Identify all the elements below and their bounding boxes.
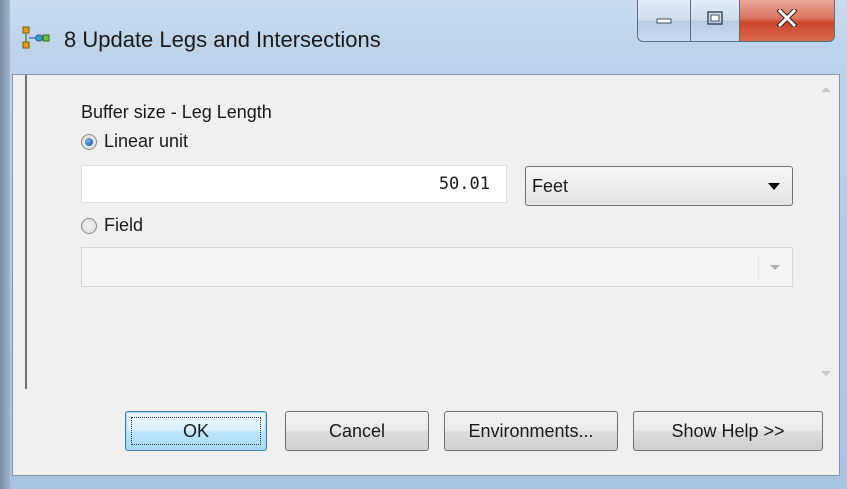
caption-buttons — [637, 0, 835, 44]
unit-dropdown-value: Feet — [532, 176, 569, 196]
focus-rectangle — [131, 417, 261, 445]
parameters-panel: Buffer size - Leg Length Linear unit 50.… — [25, 75, 839, 389]
dialog-client-area: Buffer size - Leg Length Linear unit 50.… — [12, 74, 840, 476]
field-label: Field — [104, 215, 144, 235]
maximize-button[interactable] — [690, 0, 740, 42]
environments-button-label: Environments... — [468, 420, 594, 441]
cancel-button-label: Cancel — [328, 420, 386, 441]
unit-dropdown[interactable]: Feet — [525, 166, 793, 206]
linear-unit-value-input[interactable]: 50.01 — [81, 165, 507, 203]
buffer-size-label: Buffer size - Leg Length — [81, 102, 272, 122]
minimize-icon — [655, 12, 673, 30]
minimize-button[interactable] — [637, 0, 691, 42]
field-radio[interactable] — [81, 217, 97, 234]
dialog-window: 8 Update Legs and Intersections Buffer s… — [0, 0, 847, 489]
chevron-down-icon — [768, 183, 780, 190]
window-title: 8 Update Legs and Intersections — [64, 27, 381, 52]
cancel-button[interactable]: Cancel — [285, 411, 429, 451]
show-help-button[interactable]: Show Help >> — [633, 411, 823, 451]
field-dropdown[interactable] — [81, 247, 793, 287]
scroll-down-icon[interactable] — [821, 371, 831, 376]
vertical-scrollbar[interactable] — [813, 75, 839, 389]
linear-unit-label: Linear unit — [104, 131, 189, 151]
show-help-button-label: Show Help >> — [671, 420, 785, 441]
field-option[interactable]: Field — [81, 215, 143, 236]
scroll-up-icon[interactable] — [821, 87, 831, 92]
environments-button[interactable]: Environments... — [444, 411, 618, 451]
maximize-icon — [706, 10, 724, 31]
title-bar[interactable]: 8 Update Legs and Intersections — [0, 0, 847, 74]
linear-unit-radio[interactable] — [81, 133, 97, 150]
close-button[interactable] — [739, 0, 835, 42]
chevron-down-icon — [770, 265, 780, 270]
linear-unit-option[interactable]: Linear unit — [81, 131, 188, 152]
ok-button[interactable]: OK — [125, 411, 267, 451]
dropdown-separator — [758, 256, 759, 280]
model-tool-icon — [22, 26, 50, 50]
close-icon — [776, 7, 798, 32]
